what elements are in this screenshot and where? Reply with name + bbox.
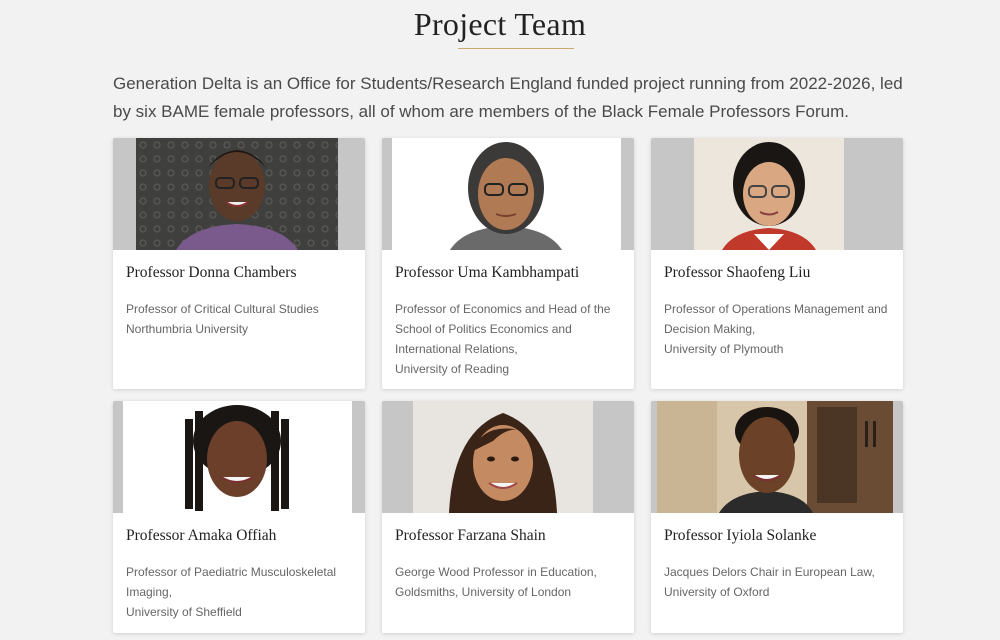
card-name: Professor Amaka Offiah bbox=[126, 527, 277, 544]
profile-photo bbox=[392, 138, 621, 250]
description-line: School of Politics Economics and bbox=[395, 322, 572, 336]
card-description: Professor of Critical Cultural Studies N… bbox=[126, 299, 356, 339]
description-line: Goldsmiths, University of London bbox=[395, 585, 572, 599]
description-line: University of Sheffield bbox=[126, 605, 242, 619]
description-line: George Wood Professor in Education, bbox=[395, 565, 597, 579]
description-line: Professor of Paediatric Musculoskeletal bbox=[126, 565, 337, 579]
photo-band bbox=[651, 138, 903, 250]
intro-paragraph: Generation Delta is an Office for Studen… bbox=[113, 74, 903, 121]
team-card: Professor Donna Chambers Professor of Cr… bbox=[113, 138, 365, 389]
team-card: Professor Amaka Offiah Professor of Paed… bbox=[113, 401, 365, 633]
profile-photo bbox=[694, 138, 844, 250]
photo-band bbox=[113, 401, 365, 513]
profile-photo bbox=[123, 401, 352, 513]
profile-photo bbox=[413, 401, 593, 513]
card-description: Jacques Delors Chair in European Law, Un… bbox=[664, 562, 894, 602]
page-title: Project Team bbox=[413, 6, 587, 42]
card-name: Professor Uma Kambhampati bbox=[395, 264, 580, 281]
card-description: Professor of Operations Management and D… bbox=[664, 299, 894, 359]
description-line: Jacques Delors Chair in European Law, bbox=[664, 565, 875, 579]
profile-photo bbox=[136, 138, 338, 250]
title-underline bbox=[458, 48, 574, 49]
photo-band bbox=[382, 401, 634, 513]
description-line: Decision Making, bbox=[664, 322, 756, 336]
team-card: Professor Shaofeng Liu Professor of Oper… bbox=[651, 138, 903, 389]
team-card: Professor Uma Kambhampati Professor of E… bbox=[382, 138, 634, 389]
photo-band bbox=[113, 138, 365, 250]
description-line: University of Plymouth bbox=[664, 342, 784, 356]
team-card: Professor Farzana Shain George Wood Prof… bbox=[382, 401, 634, 633]
card-description: Professor of Economics and Head of the S… bbox=[395, 299, 625, 379]
profile-photo bbox=[657, 401, 893, 513]
description-line: Professor of Operations Management and bbox=[664, 302, 888, 316]
card-name: Professor Farzana Shain bbox=[395, 527, 546, 544]
description-line: International Relations, bbox=[395, 342, 518, 356]
description-line: University of Oxford bbox=[664, 585, 770, 599]
description-line: Professor of Critical Cultural Studies bbox=[126, 302, 319, 316]
description-line: Northumbria University bbox=[126, 322, 249, 336]
team-card: Professor Iyiola Solanke Jacques Delors … bbox=[651, 401, 903, 633]
photo-band bbox=[382, 138, 634, 250]
photo-band bbox=[651, 401, 903, 513]
description-line: Imaging, bbox=[126, 585, 173, 599]
card-name: Professor Iyiola Solanke bbox=[664, 527, 817, 544]
description-line: University of Reading bbox=[395, 362, 510, 376]
card-name: Professor Donna Chambers bbox=[126, 264, 297, 281]
card-name: Professor Shaofeng Liu bbox=[664, 264, 811, 281]
description-line: Professor of Economics and Head of the bbox=[395, 302, 611, 316]
card-description: Professor of Paediatric Musculoskeletal … bbox=[126, 562, 356, 622]
card-description: George Wood Professor in Education, Gold… bbox=[395, 562, 625, 602]
